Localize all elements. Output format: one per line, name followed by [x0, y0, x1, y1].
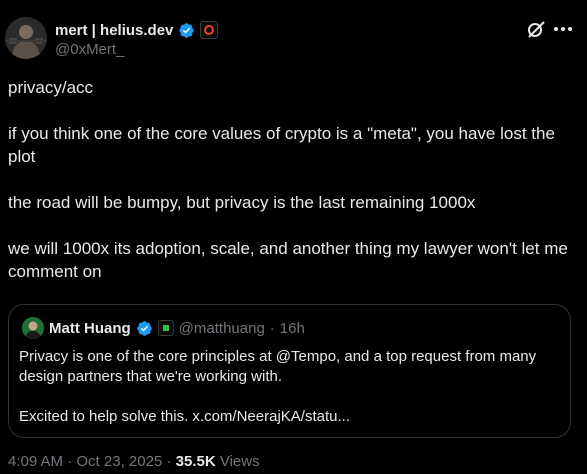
separator-dot: · — [166, 453, 172, 470]
grok-icon[interactable] — [525, 18, 547, 40]
verified-badge-icon[interactable] — [178, 22, 195, 39]
tweet: mert | helius.dev @0xMert_ privacy/acc i… — [0, 0, 587, 474]
more-options-icon[interactable] — [554, 27, 572, 31]
post-date[interactable]: Oct 23, 2025 — [76, 453, 162, 470]
post-body: privacy/acc if you think one of the core… — [8, 76, 578, 283]
quoted-author-handle[interactable]: @matthuang — [179, 320, 265, 337]
post-paragraph: we will 1000x its adoption, scale, and a… — [8, 239, 568, 281]
quoted-post-card[interactable]: Matt Huang @matthuang · 16h Privacy is o… — [8, 304, 571, 438]
post-metadata: 4:09 AM · Oct 23, 2025 · 35.5K Views — [8, 453, 260, 470]
post-paragraph: privacy/acc — [8, 78, 94, 97]
affiliation-badge-icon[interactable] — [157, 320, 174, 336]
post-paragraph: if you think one of the core values of c… — [8, 124, 555, 166]
views-label: Views — [219, 453, 260, 470]
separator-dot: · — [67, 453, 73, 470]
affiliation-badge-icon[interactable] — [200, 21, 219, 39]
quoted-post-body: Privacy is one of the core principles at… — [19, 347, 564, 427]
quoted-paragraph: Excited to help solve this. x.com/Neeraj… — [19, 408, 350, 425]
quoted-author-avatar[interactable] — [22, 317, 44, 339]
verified-badge-icon[interactable] — [136, 320, 153, 337]
author-display-name[interactable]: mert | helius.dev — [55, 22, 173, 39]
author-name-row: mert | helius.dev — [55, 20, 219, 40]
author-avatar[interactable] — [5, 17, 47, 59]
quoted-author-name[interactable]: Matt Huang — [49, 320, 131, 337]
quoted-post-header: Matt Huang @matthuang · 16h — [22, 317, 305, 339]
quoted-paragraph: Privacy is one of the core principles at… — [19, 348, 537, 385]
views-count: 35.5K — [175, 453, 216, 470]
author-handle[interactable]: @0xMert_ — [55, 41, 124, 58]
post-paragraph: the road will be bumpy, but privacy is t… — [8, 193, 476, 212]
quoted-post-time[interactable]: 16h — [280, 320, 305, 337]
post-time[interactable]: 4:09 AM — [8, 453, 63, 470]
separator-dot: · — [269, 319, 275, 337]
